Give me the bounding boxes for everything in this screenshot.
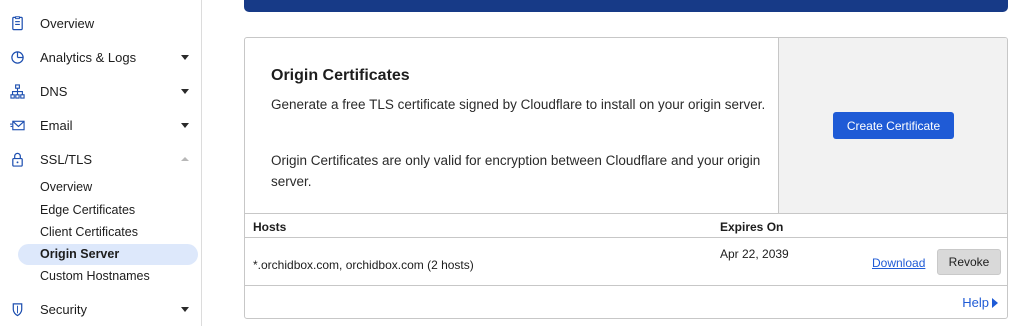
- sidebar-subitem-edge-certificates[interactable]: Edge Certificates: [40, 203, 135, 217]
- download-link[interactable]: Download: [872, 256, 925, 270]
- card-description: Generate a free TLS certificate signed b…: [271, 97, 766, 112]
- chevron-down-icon: [181, 54, 189, 60]
- hosts-column-header: Hosts: [253, 220, 287, 234]
- sidebar-item-dns[interactable]: DNS: [0, 74, 201, 108]
- card-action-panel: Create Certificate: [779, 38, 1007, 213]
- card-footer: Help: [245, 286, 1007, 318]
- document-icon: [9, 15, 25, 31]
- network-icon: [9, 83, 25, 99]
- pie-chart-icon: [9, 49, 25, 65]
- sidebar-item-label: Overview: [40, 15, 95, 31]
- create-certificate-button[interactable]: Create Certificate: [832, 112, 955, 139]
- expires-cell: Apr 22, 2039: [720, 247, 789, 261]
- sidebar-item-label: Email: [40, 117, 73, 133]
- sidebar-subitem-client-certificates[interactable]: Client Certificates: [40, 225, 138, 239]
- sidebar-item-security[interactable]: Security: [0, 292, 201, 326]
- sidebar-item-label: DNS: [40, 83, 68, 99]
- sidebar-item-email[interactable]: Email: [0, 108, 201, 142]
- table-header: Hosts Expires On: [245, 213, 1007, 238]
- help-label: Help: [962, 295, 989, 310]
- expires-column-header: Expires On: [720, 220, 784, 234]
- sidebar-subitem-origin-server[interactable]: Origin Server: [40, 247, 119, 261]
- chevron-down-icon: [181, 306, 189, 312]
- card-description-note: Origin Certificates are only valid for e…: [271, 153, 761, 189]
- sidebar-item-label: Analytics & Logs: [40, 49, 137, 65]
- sidebar-subitem-overview[interactable]: Overview: [40, 180, 92, 194]
- sidebar-item-ssl-tls[interactable]: SSL/TLS: [0, 142, 201, 176]
- revoke-button[interactable]: Revoke: [937, 249, 1001, 275]
- sidebar-item-label: Security: [40, 301, 87, 317]
- card-info-panel: Origin Certificates Generate a free TLS …: [245, 38, 779, 213]
- chevron-down-icon: [181, 88, 189, 94]
- hosts-cell: *.orchidbox.com, orchidbox.com (2 hosts): [253, 258, 474, 272]
- lock-icon: [9, 151, 25, 167]
- chevron-up-icon: [181, 157, 189, 161]
- email-icon: [9, 117, 25, 133]
- card-title: Origin Certificates: [271, 67, 410, 84]
- origin-certificates-card: Origin Certificates Generate a free TLS …: [244, 37, 1008, 319]
- chevron-down-icon: [181, 122, 189, 128]
- sidebar-subitem-custom-hostnames[interactable]: Custom Hostnames: [40, 269, 150, 283]
- caret-right-icon: [992, 297, 998, 308]
- sidebar: Overview Analytics & Logs DNS Email SSL/…: [0, 0, 202, 326]
- sidebar-item-label: SSL/TLS: [40, 151, 93, 167]
- table-row: *.orchidbox.com, orchidbox.com (2 hosts)…: [245, 238, 1007, 286]
- help-link[interactable]: Help: [962, 295, 998, 310]
- sidebar-item-overview[interactable]: Overview: [0, 6, 201, 40]
- shield-icon: [9, 301, 25, 317]
- sidebar-item-analytics[interactable]: Analytics & Logs: [0, 40, 201, 74]
- top-banner: [244, 0, 1008, 12]
